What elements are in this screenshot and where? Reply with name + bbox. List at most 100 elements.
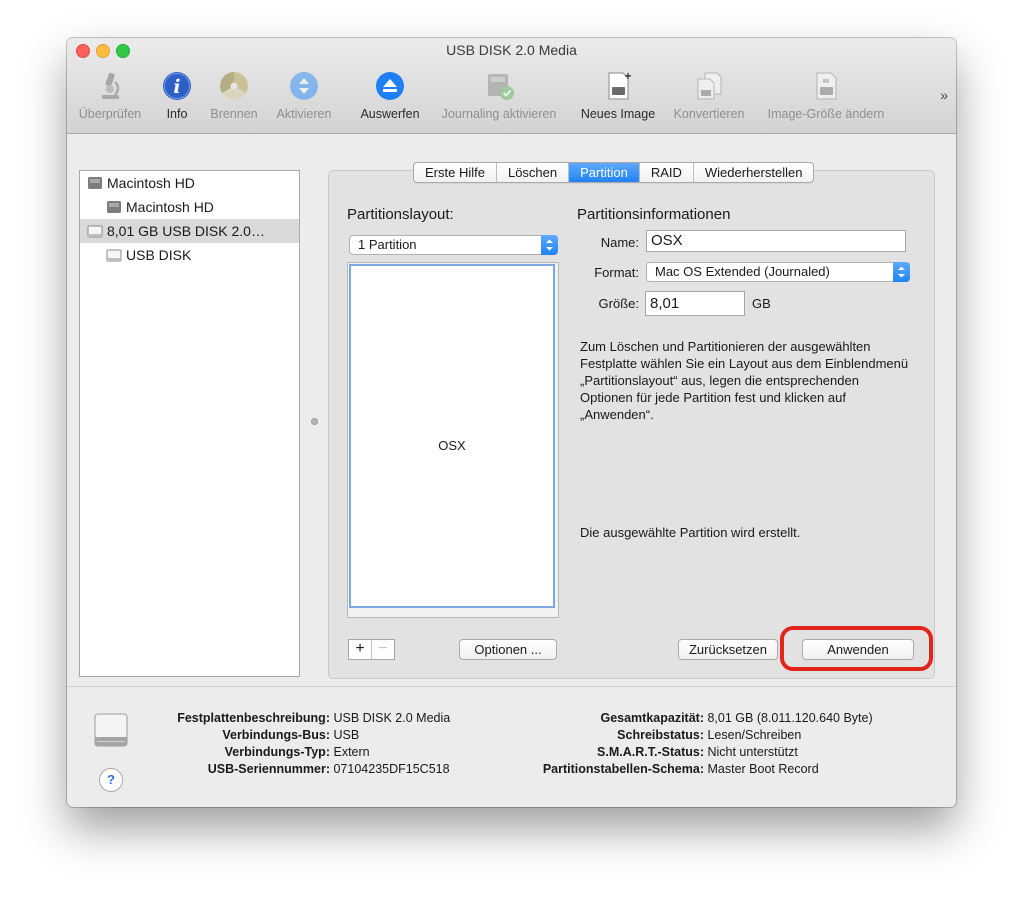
format-label: Format: (594, 265, 639, 280)
partition-layout-heading: Partitionslayout: (347, 206, 454, 223)
toolbar-burn-label: Brennen (210, 107, 258, 121)
size-label: Größe: (598, 296, 639, 311)
eject-icon (376, 72, 404, 100)
footer-row-type: Verbindungs-Typ: Extern (224, 745, 370, 759)
internal-disk-icon (88, 177, 102, 189)
toolbar-convert-button[interactable]: Konvertieren (667, 70, 751, 121)
footer-value: Extern (333, 745, 370, 759)
partition-block-label: OSX (438, 438, 466, 453)
footer-value: Master Boot Record (707, 762, 819, 776)
remove-partition-button[interactable]: − (371, 640, 394, 659)
add-remove-partition-control: + − (348, 639, 395, 660)
help-button[interactable]: ? (99, 768, 123, 792)
toolbar-resize-image-button[interactable]: Image-Größe ändern (758, 70, 894, 121)
footer-row-bus: Verbindungs-Bus: USB (222, 728, 360, 742)
sidebar-item-macintosh-hd-disk[interactable]: Macintosh HD (80, 171, 299, 195)
tab-partition[interactable]: Partition (569, 163, 640, 182)
footer-key: Gesamtkapazität (600, 711, 700, 725)
toolbar-eject-label: Auswerfen (360, 107, 420, 121)
footer-row-smart: S.M.A.R.T.-Status: Nicht unterstützt (597, 745, 798, 759)
format-value: Mac OS Extended (Journaled) (655, 264, 830, 279)
footer-value: USB (333, 728, 360, 742)
convert-icon (697, 72, 722, 100)
sidebar-item-label: Macintosh HD (107, 175, 195, 191)
add-partition-button[interactable]: + (349, 640, 371, 659)
partition-info-heading: Partitionsinformationen (577, 206, 731, 223)
sidebar-item-usb-disk[interactable]: 8,01 GB USB DISK 2.0… (80, 219, 299, 243)
disk-utility-window: USB DISK 2.0 Media Überprüfen i Info Bre… (67, 38, 956, 807)
resize-image-icon (816, 72, 837, 100)
volume-icon (107, 201, 121, 213)
tab-erase[interactable]: Löschen (497, 163, 570, 182)
partition-status-message: Die ausgewählte Partition wird erstellt. (580, 525, 801, 540)
footer-value: Nicht unterstützt (707, 745, 798, 759)
footer-row-write-status: Schreibstatus: Lesen/Schreiben (617, 728, 802, 742)
svg-text:i: i (173, 76, 180, 98)
footer-key: Partitionstabellen-Schema (542, 762, 700, 776)
footer-divider (67, 686, 956, 687)
microscope-icon (102, 72, 120, 99)
toolbar-info-label: Info (166, 107, 188, 121)
size-unit-label: GB (752, 296, 771, 311)
name-field[interactable]: OSX (646, 230, 906, 252)
toolbar-verify-button[interactable]: Überprüfen (73, 70, 147, 121)
footer-row-capacity: Gesamtkapazität: 8,01 GB (8.011.120.640 … (600, 711, 873, 725)
partition-block-osx[interactable]: OSX (349, 264, 555, 608)
usb-disk-icon (87, 225, 103, 238)
mount-icon (290, 72, 318, 100)
toolbar-new-image-label: Neues Image (580, 107, 656, 121)
info-icon: i (163, 72, 191, 100)
toolbar-convert-label: Konvertieren (673, 107, 745, 121)
footer-key: Schreibstatus (617, 728, 700, 742)
new-image-icon: + (608, 70, 632, 100)
revert-button[interactable]: Zurücksetzen (678, 639, 778, 660)
svg-text:+: + (624, 70, 631, 83)
sidebar-item-usb-volume[interactable]: USB DISK (80, 243, 299, 267)
options-button[interactable]: Optionen ... (459, 639, 557, 660)
disk-list-sidebar: Macintosh HD Macintosh HD 8,01 GB USB DI… (79, 170, 300, 677)
footer-value: 07104235DF15C518 (333, 762, 450, 776)
partition-layout-value: 1 Partition (358, 237, 417, 252)
footer-key: Festplattenbeschreibung (177, 711, 326, 725)
sidebar-item-macintosh-hd-volume[interactable]: Macintosh HD (80, 195, 299, 219)
popup-arrows-icon (893, 262, 910, 282)
footer-value: 8,01 GB (8.011.120.640 Byte) (707, 711, 873, 725)
toolbar-journaling-label: Journaling aktivieren (441, 107, 557, 121)
toolbar-verify-label: Überprüfen (78, 107, 142, 121)
footer-value: Lesen/Schreiben (707, 728, 802, 742)
sidebar-item-label: Macintosh HD (126, 199, 214, 215)
format-popup[interactable]: Mac OS Extended (Journaled) (646, 262, 910, 282)
split-view-divider-handle[interactable] (311, 418, 318, 425)
sidebar-item-label: USB DISK (126, 247, 192, 263)
footer-key: Verbindungs-Typ (224, 745, 326, 759)
toolbar-resize-image-label: Image-Größe ändern (767, 107, 885, 121)
burn-icon (220, 72, 248, 100)
function-tabs: Erste Hilfe Löschen Partition RAID Wiede… (413, 162, 815, 183)
footer-key: S.M.A.R.T.-Status (597, 745, 700, 759)
apply-highlight-annotation (780, 626, 933, 671)
toolbar-new-image-button[interactable]: + Neues Image (575, 70, 661, 121)
sidebar-item-label: 8,01 GB USB DISK 2.0… (107, 223, 265, 239)
toolbar-journaling-button[interactable]: Journaling aktivieren (433, 70, 565, 121)
toolbar-mount-label: Aktivieren (276, 107, 332, 121)
size-field[interactable]: 8,01 (645, 291, 745, 316)
footer-key: USB-Seriennummer (207, 762, 326, 776)
partition-layout-popup[interactable]: 1 Partition (349, 235, 558, 255)
footer-key: Verbindungs-Bus (222, 728, 326, 742)
tab-raid[interactable]: RAID (640, 163, 694, 182)
toolbar-mount-button[interactable]: Aktivieren (270, 70, 338, 121)
partition-instructions: Zum Löschen und Partitionieren der ausge… (580, 339, 909, 422)
toolbar-burn-button[interactable]: Brennen (204, 70, 264, 121)
toolbar-overflow-button[interactable]: » (940, 87, 948, 103)
title-bar: USB DISK 2.0 Media Überprüfen i Info Bre… (67, 38, 956, 134)
tab-restore[interactable]: Wiederherstellen (694, 163, 814, 182)
toolbar-eject-button[interactable]: Auswerfen (355, 70, 425, 121)
tab-first-aid[interactable]: Erste Hilfe (414, 163, 497, 182)
usb-volume-icon (106, 249, 122, 262)
external-disk-icon (94, 713, 128, 747)
name-label: Name: (600, 235, 639, 250)
popup-arrows-icon (541, 235, 558, 255)
toolbar-info-button[interactable]: i Info (155, 70, 199, 121)
footer-row-partition-scheme: Partitionstabellen-Schema: Master Boot R… (542, 762, 819, 776)
footer-row-serial: USB-Seriennummer: 07104235DF15C518 (207, 762, 450, 776)
